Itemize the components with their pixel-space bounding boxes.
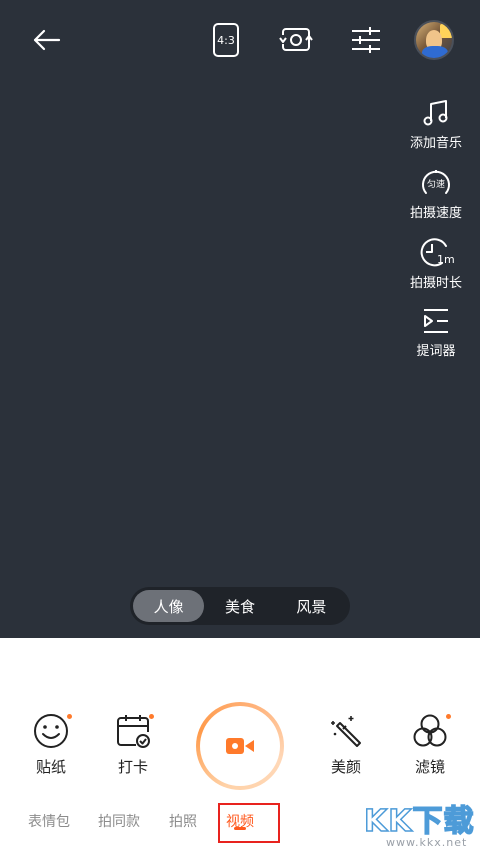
teleprompter-button[interactable]: 提词器 bbox=[402, 306, 470, 359]
video-camera-icon bbox=[226, 738, 254, 754]
side-tool-label-duration: 拍摄时长 bbox=[409, 276, 462, 291]
camera-flip-icon bbox=[279, 28, 313, 51]
bottom-tool-label-filter: 滤镜 bbox=[414, 758, 445, 776]
aspect-ratio-button[interactable]: 4:3 bbox=[206, 20, 246, 60]
sliders-icon bbox=[352, 27, 380, 53]
back-button[interactable] bbox=[24, 22, 68, 58]
scene-filter-selector: 人像 美食 风景 bbox=[130, 587, 350, 625]
filter-button[interactable]: 滤镜 bbox=[394, 712, 466, 777]
side-tool-label-speed: 拍摄速度 bbox=[409, 206, 462, 221]
sticker-button[interactable]: 贴纸 bbox=[15, 712, 87, 777]
side-tool-label-prompter: 提词器 bbox=[416, 344, 456, 359]
mode-tab-emoji[interactable]: 表情包 bbox=[28, 811, 70, 831]
filter-option-food[interactable]: 美食 bbox=[204, 590, 275, 622]
calendar-check-icon bbox=[117, 715, 150, 748]
new-indicator-dot bbox=[67, 714, 72, 719]
clock-icon: 1m bbox=[418, 236, 455, 268]
speed-gauge-icon: 匀速 bbox=[419, 168, 453, 198]
beauty-button[interactable]: 美颜 bbox=[310, 712, 382, 777]
filter-option-scenery[interactable]: 风景 bbox=[276, 590, 347, 622]
watermark-text: KK下载 bbox=[363, 803, 475, 840]
bottom-tool-label-sticker: 贴纸 bbox=[35, 758, 66, 776]
new-indicator-dot bbox=[149, 714, 154, 719]
mode-tab-same-style[interactable]: 拍同款 bbox=[98, 811, 140, 831]
bottom-tool-label-checkin: 打卡 bbox=[117, 758, 148, 776]
mode-tab-photo[interactable]: 拍照 bbox=[169, 811, 197, 831]
record-button-inner bbox=[200, 706, 280, 786]
filter-option-portrait[interactable]: 人像 bbox=[133, 590, 205, 622]
adjust-settings-button[interactable] bbox=[344, 22, 388, 58]
shooting-speed-button[interactable]: 匀速 拍摄速度 bbox=[402, 168, 470, 221]
checkin-button[interactable]: 打卡 bbox=[97, 712, 169, 777]
filter-circles-icon bbox=[413, 714, 447, 747]
record-button[interactable] bbox=[196, 702, 284, 790]
smiley-icon bbox=[34, 714, 68, 748]
speed-gauge-text: 匀速 bbox=[426, 180, 445, 190]
watermark-url: www.kkx.net bbox=[386, 836, 468, 849]
magic-wand-icon bbox=[331, 716, 361, 747]
arrow-left-icon bbox=[33, 29, 61, 51]
watermark: KK下载 www.kkx.net bbox=[363, 796, 478, 852]
shooting-duration-button[interactable]: 1m 拍摄时长 bbox=[402, 236, 470, 291]
teleprompter-icon bbox=[424, 309, 448, 333]
music-note-icon bbox=[423, 100, 448, 126]
aspect-ratio-label: 4:3 bbox=[217, 33, 235, 47]
highlight-box bbox=[218, 803, 280, 843]
bottom-tool-label-beauty: 美颜 bbox=[330, 758, 361, 776]
avatar-body bbox=[422, 46, 448, 58]
add-music-button[interactable]: 添加音乐 bbox=[402, 98, 470, 151]
new-indicator-dot bbox=[446, 714, 451, 719]
avatar-detail bbox=[440, 24, 452, 38]
duration-text: 1m bbox=[437, 253, 455, 266]
side-tool-label-music: 添加音乐 bbox=[409, 136, 462, 151]
avatar[interactable] bbox=[414, 20, 454, 60]
flip-camera-button[interactable] bbox=[274, 22, 318, 58]
